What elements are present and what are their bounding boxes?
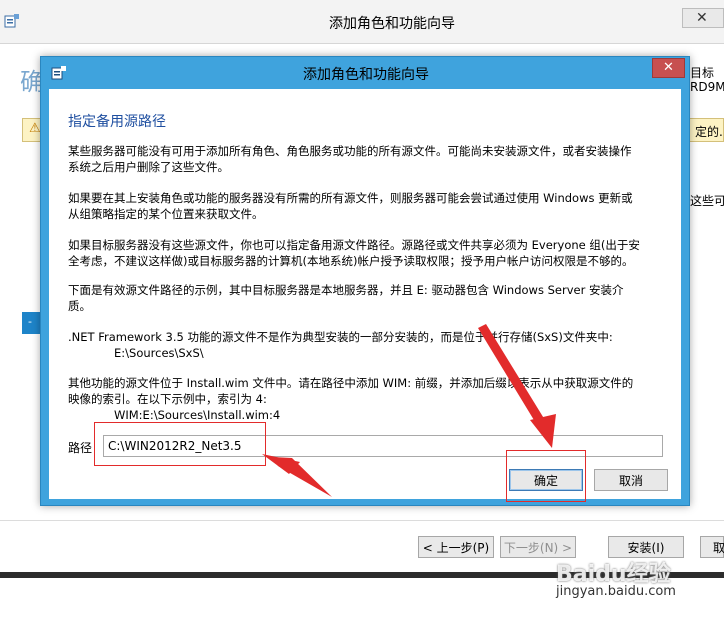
arrow-to-ok — [478, 324, 548, 430]
arrow-head-ok — [530, 414, 556, 448]
watermark-url: jingyan.baidu.com — [556, 584, 676, 599]
annotation-arrows — [262, 324, 556, 497]
baidu-watermark: Baidu经验 jingyan.baidu.com — [556, 556, 724, 600]
